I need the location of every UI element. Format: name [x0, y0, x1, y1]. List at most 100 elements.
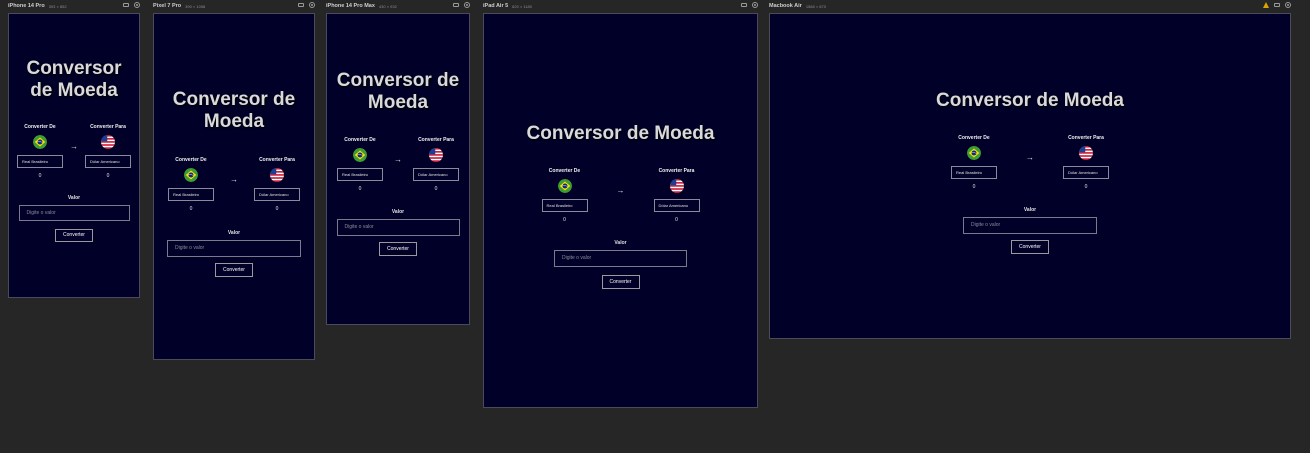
screenshot-icon[interactable]: [134, 2, 140, 8]
value-input[interactable]: Digite o valor: [963, 216, 1097, 234]
to-currency-select[interactable]: Dólar Americano: [413, 167, 459, 181]
to-result: 0: [434, 185, 438, 192]
value-label: Valor: [614, 239, 627, 246]
device-name: Pixel 7 Pro: [153, 3, 182, 9]
converter-row: Converter De Real Brasileiro 0 → Convert…: [930, 135, 1130, 190]
device-header: Pixel 7 Pro 390 × 1058: [153, 0, 315, 12]
device-header: iPad Air 5 820 × 1180: [483, 0, 758, 12]
to-currency-select[interactable]: Dólar Americano: [254, 187, 300, 201]
page-title: Conversor de Moeda: [526, 123, 715, 144]
converter-row: Converter De Real Brasileiro 0 → Convert…: [164, 157, 304, 212]
device-screen: Conversor de Moeda Converter De Real Bra…: [153, 13, 315, 360]
from-column: Converter De Real Brasileiro 0: [166, 157, 216, 212]
device-pixel-7-pro: Pixel 7 Pro 390 × 1058 Conversor de Moed…: [153, 0, 315, 360]
device-size: 393 × 852: [48, 3, 67, 9]
warning-icon[interactable]: [1263, 2, 1269, 8]
usa-flag-icon: [1079, 145, 1093, 160]
value-label: Valor: [227, 229, 241, 236]
device-size: 1568 × 870: [805, 3, 826, 9]
convert-button[interactable]: Converter: [1011, 239, 1049, 254]
device-name: Macbook Air: [769, 3, 802, 9]
usa-flag-icon: [270, 167, 284, 182]
rotate-icon[interactable]: [741, 3, 747, 7]
value-input[interactable]: Digite o valor: [554, 249, 687, 267]
to-column: Converter Para Dólar Americano 0: [84, 124, 132, 179]
from-currency-select[interactable]: Real Brasileiro: [168, 187, 214, 201]
page-title: Conversor de Moeda: [936, 90, 1124, 111]
page-title: Conversor de Moeda: [336, 70, 460, 113]
arrow-right-icon: →: [394, 154, 402, 164]
to-label: Converter Para: [259, 156, 295, 163]
from-label: Converter De: [24, 123, 56, 130]
screenshot-icon[interactable]: [1285, 2, 1291, 8]
from-currency-select[interactable]: Real Brasileiro: [951, 165, 997, 179]
device-header: iPhone 14 Pro 393 × 852: [8, 0, 140, 12]
device-name: iPhone 14 Pro: [8, 3, 45, 9]
arrow-right-icon: →: [70, 141, 78, 151]
device-screen: Conversor de Moeda Converter De Real Bra…: [769, 13, 1291, 339]
from-column: Converter De Real Brasileiro 0: [336, 137, 384, 192]
device-screen: Conversor de Moeda Converter De Real Bra…: [326, 13, 470, 325]
value-input[interactable]: Digite o valor: [18, 204, 130, 221]
from-result: 0: [189, 205, 193, 212]
device-screen: Conversor de Moeda Converter De Real Bra…: [483, 13, 758, 408]
convert-button[interactable]: Converter: [601, 274, 640, 289]
arrow-right-icon: →: [1026, 152, 1034, 162]
device-size: 430 × 932: [378, 3, 397, 9]
screenshot-icon[interactable]: [464, 2, 470, 8]
device-size: 390 × 1058: [185, 3, 206, 9]
to-column: Converter Para Dólar Americano 0: [1061, 135, 1111, 190]
to-label: Converter Para: [658, 167, 695, 174]
from-label: Converter De: [175, 156, 207, 163]
rotate-icon[interactable]: [123, 3, 129, 7]
page-title: Conversor de Moeda: [172, 89, 296, 132]
brazil-flag-icon: [33, 134, 47, 149]
rotate-icon[interactable]: [298, 3, 304, 7]
convert-button[interactable]: Converter: [379, 241, 417, 256]
to-label: Converter Para: [418, 136, 454, 143]
from-label: Converter De: [548, 167, 581, 174]
from-label: Converter De: [344, 136, 376, 143]
from-currency-select[interactable]: Real Brasileiro: [337, 167, 383, 181]
converter-row: Converter De Real Brasileiro 0 → Convert…: [521, 168, 721, 223]
to-currency-select[interactable]: Dólar Americano: [1063, 165, 1109, 179]
brazil-flag-icon: [967, 145, 981, 160]
to-currency-select[interactable]: Dólar Americano: [85, 154, 131, 168]
device-header: Macbook Air 1568 × 870: [769, 0, 1291, 12]
screenshot-icon[interactable]: [309, 2, 315, 8]
to-column: Converter Para Dólar Americano 0: [252, 157, 302, 212]
usa-flag-icon: [101, 134, 115, 149]
from-currency-select[interactable]: Real Brasileiro: [17, 154, 63, 168]
brazil-flag-icon: [184, 167, 198, 182]
from-result: 0: [563, 216, 566, 223]
convert-button[interactable]: Converter: [55, 228, 93, 242]
screenshot-icon[interactable]: [752, 2, 758, 8]
from-column: Converter De Real Brasileiro 0: [949, 135, 999, 190]
device-iphone-14-pro-max: iPhone 14 Pro Max 430 × 932 Conversor de…: [326, 0, 470, 325]
to-label: Converter Para: [90, 123, 126, 130]
rotate-icon[interactable]: [453, 3, 459, 7]
from-result: 0: [972, 183, 976, 190]
from-column: Converter De Real Brasileiro 0: [540, 168, 590, 223]
device-name: iPhone 14 Pro Max: [326, 3, 375, 9]
arrow-right-icon: →: [616, 185, 625, 195]
rotate-icon[interactable]: [1274, 3, 1280, 7]
value-input[interactable]: Digite o valor: [336, 218, 460, 236]
from-label: Converter De: [958, 134, 990, 141]
from-currency-select[interactable]: Real Brasileiro: [541, 198, 588, 212]
device-ipad-air-5: iPad Air 5 820 × 1180 Conversor de Moeda…: [483, 0, 758, 408]
convert-button[interactable]: Converter: [215, 262, 253, 277]
value-label: Valor: [67, 194, 81, 201]
converter-row: Converter De Real Brasileiro 0 → Convert…: [333, 137, 463, 192]
value-input[interactable]: Digite o valor: [167, 239, 301, 257]
device-macbook-air: Macbook Air 1568 × 870 Conversor de Moed…: [769, 0, 1291, 339]
to-column: Converter Para Dólar Americano 0: [652, 168, 702, 223]
to-currency-select[interactable]: Dólar Americano: [653, 198, 700, 212]
usa-flag-icon: [669, 178, 684, 193]
from-result: 0: [358, 185, 362, 192]
to-result: 0: [1084, 183, 1088, 190]
from-column: Converter De Real Brasileiro 0: [16, 124, 64, 179]
to-label: Converter Para: [1068, 134, 1104, 141]
device-header: iPhone 14 Pro Max 430 × 932: [326, 0, 470, 12]
device-size: 820 × 1180: [512, 3, 533, 9]
